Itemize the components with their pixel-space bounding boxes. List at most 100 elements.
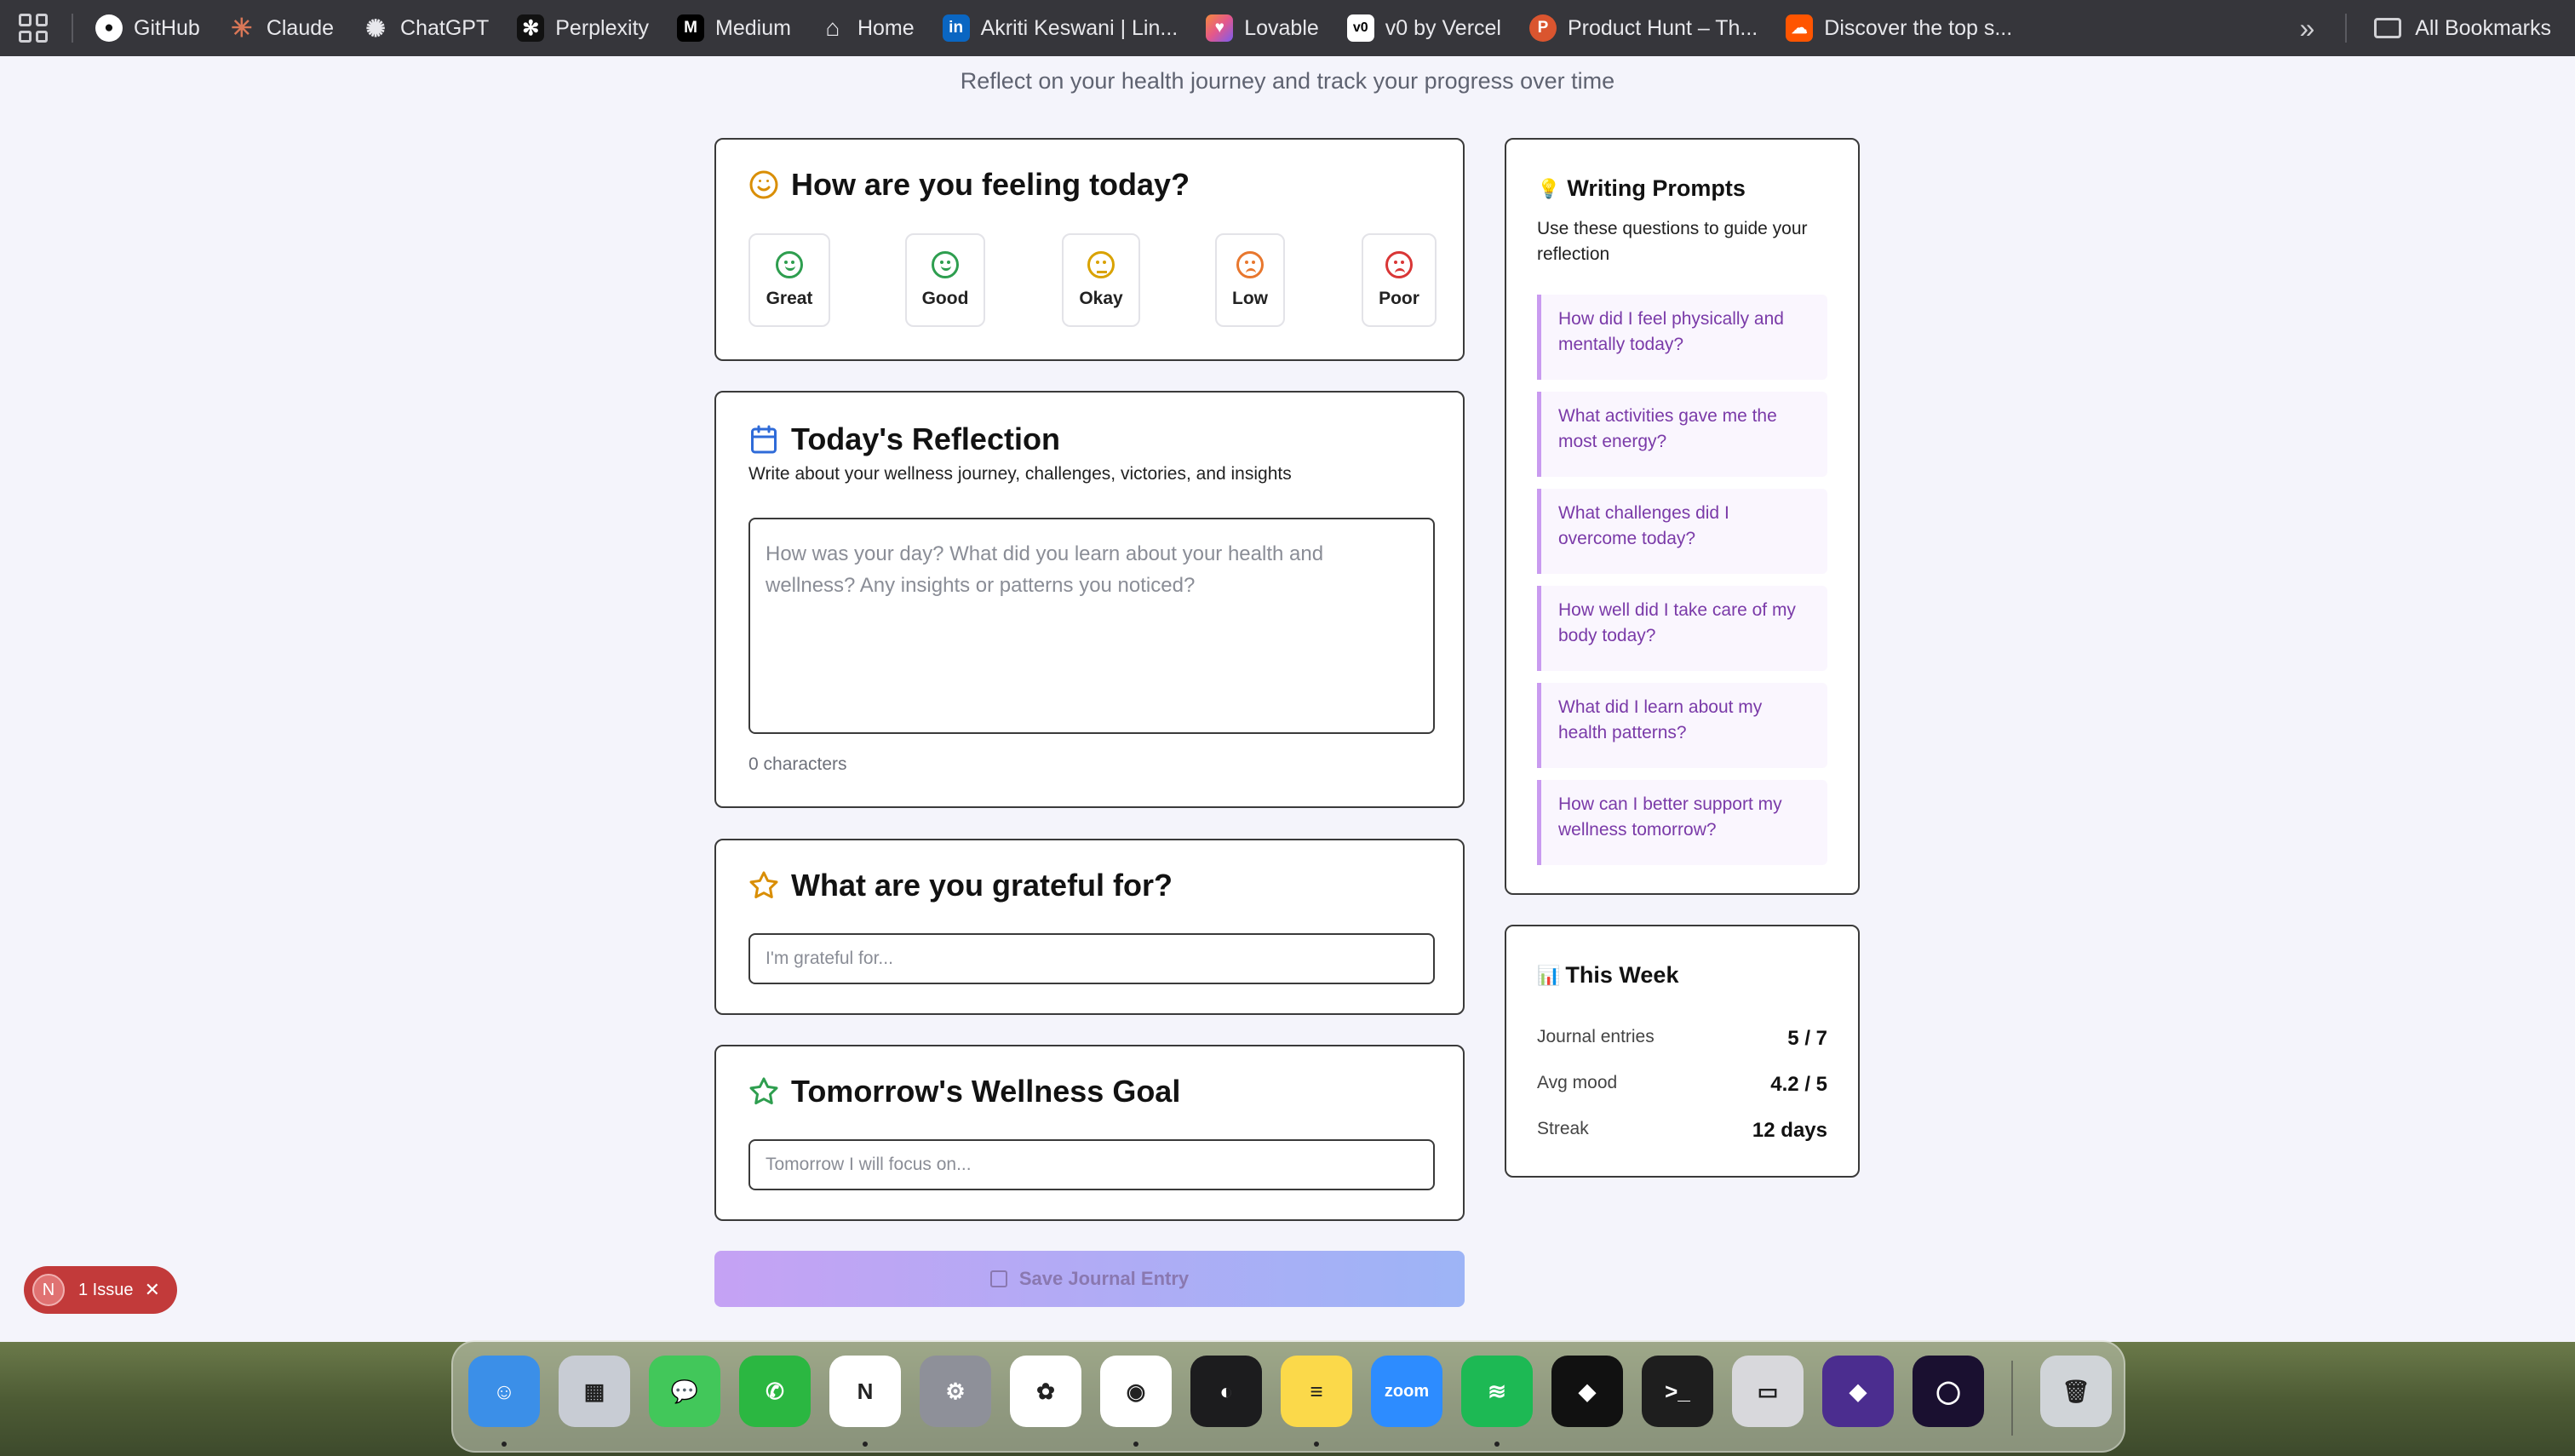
gratitude-input[interactable]: I'm grateful for... [748,933,1435,984]
writing-prompt[interactable]: How well did I take care of my body toda… [1537,586,1827,671]
mood-option-great[interactable]: Great [748,233,830,327]
bookmark-home[interactable]: ⌂ Home [819,14,915,42]
mood-option-okay[interactable]: Okay [1062,233,1140,327]
claude-icon: ✳ [231,14,253,43]
page-subtitle: Reflect on your health journey and track… [960,68,1615,94]
running-indicator [502,1442,507,1447]
app-icon-2[interactable]: ▭ [1732,1356,1804,1427]
bookmark-label: Product Hunt – Th... [1567,15,1758,40]
character-count: 0 characters [748,754,847,774]
bookmark-v0[interactable]: v0 v0 by Vercel [1346,14,1501,42]
bookmark-label: Claude [266,15,335,40]
writing-prompt[interactable]: What did I learn about my health pattern… [1537,683,1827,768]
producthunt-icon: P [1528,14,1557,42]
notes-icon[interactable]: ≡ [1281,1356,1352,1427]
issue-count: 1 Issue [78,1280,134,1299]
linkedin-icon: in [942,14,970,42]
mood-option-low[interactable]: Low [1215,233,1285,327]
save-journal-button[interactable]: Save Journal Entry [714,1251,1465,1307]
smile-face-icon [776,251,803,278]
next-logo-icon: N [32,1274,65,1306]
bookmark-label: Akriti Keswani | Lin... [980,15,1179,40]
launchpad-icon[interactable]: ▦ [559,1356,630,1427]
messages-icon[interactable]: 💬 [649,1356,720,1427]
bookmark-chatgpt[interactable]: ✺ ChatGPT [362,14,489,42]
chatgpt-icon: ✺ [365,14,386,42]
mood-label: Low [1232,289,1268,308]
prompts-subtitle: Use these questions to guide your reflec… [1537,219,1808,264]
folder-icon [2374,18,2402,38]
chrome-icon[interactable]: ◉ [1100,1356,1172,1427]
terminal-icon[interactable]: >_ [1642,1356,1713,1427]
zoom-icon[interactable]: zoom [1371,1356,1442,1427]
reflection-textarea[interactable]: How was your day? What did you learn abo… [748,518,1435,734]
bookmark-claude[interactable]: ✳ Claude [228,14,335,43]
wellness-goal-input[interactable]: Tomorrow I will focus on... [748,1139,1435,1190]
app-icon-3[interactable]: ◯ [1913,1356,1984,1427]
writing-prompt[interactable]: What activities gave me the most energy? [1537,392,1827,477]
cube-app-icon[interactable]: ◆ [1551,1356,1623,1427]
save-icon [989,1270,1007,1287]
bookmark-medium[interactable]: M Medium [677,14,791,42]
mood-options: Great Good Okay Low Poor [748,233,1437,327]
running-indicator [1494,1442,1500,1447]
bookmark-label: Perplexity [555,15,650,40]
mood-option-good[interactable]: Good [905,233,985,327]
prompts-title: 💡 Writing Prompts [1537,175,1746,202]
gratitude-card: What are you grateful for? I'm grateful … [714,839,1465,1015]
chevron-double-right-icon[interactable]: » [2299,13,2314,44]
goal-title-text: Tomorrow's Wellness Goal [791,1074,1181,1109]
bookmark-label: Home [857,15,915,40]
stat-label: Journal entries [1537,1027,1655,1046]
writing-prompt[interactable]: How can I better support my wellness tom… [1537,780,1827,865]
issues-badge[interactable]: N 1 Issue ✕ [24,1266,177,1314]
goal-card-title: Tomorrow's Wellness Goal [748,1074,1180,1109]
writing-prompts-card: 💡 Writing Prompts Use these questions to… [1505,138,1860,895]
bookmark-label: Lovable [1244,15,1319,40]
writing-prompt[interactable]: What challenges did I overcome today? [1537,489,1827,574]
bookmark-lovable[interactable]: ♥ Lovable [1206,14,1319,42]
gratitude-title-text: What are you grateful for? [791,868,1173,903]
gratitude-card-title: What are you grateful for? [748,868,1173,903]
week-title: 📊 This Week [1537,962,1678,989]
bookmark-label: v0 by Vercel [1385,15,1501,40]
bookmark-github[interactable]: ● GitHub [95,14,200,42]
app-icon[interactable]: ◐ [1190,1356,1262,1427]
soundcloud-icon: ☁ [1786,14,1814,42]
bookmark-soundcloud[interactable]: ☁ Discover the top s... [1786,14,2012,42]
mood-option-poor[interactable]: Poor [1362,233,1437,327]
mood-card: How are you feeling today? Great Good Ok… [714,138,1465,361]
all-bookmarks-button[interactable]: All Bookmarks [2415,16,2551,41]
obsidian-icon[interactable]: ◆ [1822,1356,1894,1427]
calendar-icon [751,425,777,454]
apps-grid-icon[interactable] [19,14,48,43]
star-icon [749,1077,778,1105]
frown-face-icon [1385,251,1413,278]
smile-face-icon [932,251,959,278]
star-icon [749,871,778,899]
whatsapp-icon[interactable]: ✆ [739,1356,811,1427]
mood-card-title: How are you feeling today? [748,167,1190,203]
running-indicator [863,1442,868,1447]
home-icon: ⌂ [825,14,840,41]
bookmark-label: Discover the top s... [1824,15,2013,40]
bookmark-perplexity[interactable]: ✻ Perplexity [517,14,649,42]
smile-icon [749,170,778,199]
running-indicator [1314,1442,1319,1447]
finder-icon[interactable]: ☺ [468,1356,540,1427]
bookmark-linkedin[interactable]: in Akriti Keswani | Lin... [942,14,1179,42]
photos-icon[interactable]: ✿ [1010,1356,1081,1427]
notion-icon[interactable]: N [829,1356,901,1427]
bookmark-producthunt[interactable]: P Product Hunt – Th... [1528,14,1758,42]
perplexity-icon: ✻ [517,14,545,42]
wellness-goal-card: Tomorrow's Wellness Goal Tomorrow I will… [714,1045,1465,1221]
spotify-icon[interactable]: ≋ [1461,1356,1533,1427]
writing-prompt[interactable]: How did I feel physically and mentally t… [1537,295,1827,380]
reflection-description: Write about your wellness journey, chall… [748,464,1292,484]
stat-label: Avg mood [1537,1073,1618,1092]
bar-chart-icon: 📊 [1537,964,1561,986]
close-icon[interactable]: ✕ [145,1279,160,1301]
mood-label: Good [921,289,969,308]
trash-icon[interactable]: 🗑 [2040,1356,2112,1427]
system-settings-icon[interactable]: ⚙ [920,1356,991,1427]
